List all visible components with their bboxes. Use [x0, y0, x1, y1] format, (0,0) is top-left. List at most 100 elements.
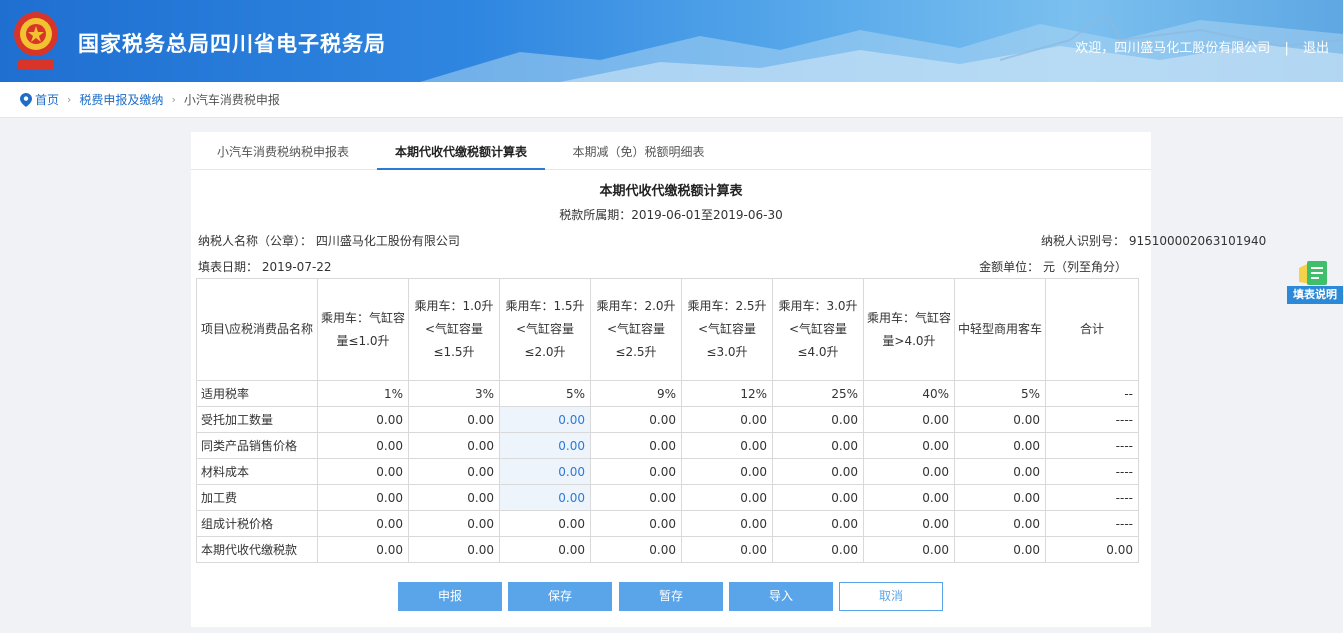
table-cell: 0.00 [590, 406, 682, 433]
fill-instructions-button[interactable]: 填表说明 [1287, 258, 1343, 306]
row-label: 受托加工数量 [196, 406, 318, 433]
table-cell: 0.00 [317, 432, 409, 459]
table-cell: 0.00 [681, 406, 773, 433]
table-cell: 40% [863, 380, 955, 407]
table-cell: 0.00 [954, 406, 1046, 433]
table-cell: 0.00 [590, 432, 682, 459]
row-label: 同类产品销售价格 [196, 432, 318, 459]
table-cell: 0.00 [408, 484, 500, 511]
column-header: 中轻型商用客车 [954, 278, 1046, 381]
tab-withholding-calc[interactable]: 本期代收代缴税额计算表 [377, 132, 545, 170]
temp-save-button[interactable]: 暂存 [619, 582, 723, 611]
table-cell: 0.00 [590, 458, 682, 485]
table-cell: 0.00 [772, 484, 864, 511]
table-cell: 0.00 [317, 406, 409, 433]
tax-emblem-logo [14, 12, 58, 70]
table-cell: 0.00 [681, 484, 773, 511]
row-label: 材料成本 [196, 458, 318, 485]
table-cell: ---- [1045, 432, 1139, 459]
table-row: 加工费 0.00 0.00 0.00 0.00 0.00 0.00 0.00 0.00 ---- [196, 484, 1139, 511]
table-cell: 1% [317, 380, 409, 407]
table-cell: 0.00 [954, 536, 1046, 563]
welcome-text: 欢迎，四川盛马化工股份有限公司 [1075, 41, 1271, 56]
table-cell: 12% [681, 380, 773, 407]
fill-instructions-label: 填表说明 [1287, 286, 1343, 304]
table-row: 本期代收代缴税款 0.00 0.00 0.00 0.00 0.00 0.00 0.00 0.00… [196, 536, 1139, 563]
row-label: 本期代收代缴税款 [196, 536, 318, 563]
column-header: 乘用车：3.0升<气缸容量≤4.0升 [772, 278, 864, 381]
table-cell: 0.00 [590, 510, 682, 537]
header-separator: | [1284, 41, 1289, 56]
table-cell: 0.00 [863, 432, 955, 459]
breadcrumb-arrow-icon: › [171, 93, 176, 106]
row-label: 加工费 [196, 484, 318, 511]
breadcrumb: 首页 › 税费申报及缴纳 › 小汽车消费税申报 [0, 82, 1343, 118]
logout-link[interactable]: 退出 [1303, 41, 1329, 56]
table-cell: 0.00 [317, 484, 409, 511]
editable-cell[interactable]: 0.00 [499, 406, 591, 433]
table-cell: 0.00 [681, 536, 773, 563]
table-cell: 0.00 [408, 510, 500, 537]
tab-exemption-detail[interactable]: 本期减（免）税额明细表 [561, 132, 716, 170]
column-header: 乘用车：气缸容量>4.0升 [863, 278, 955, 381]
table-cell: 9% [590, 380, 682, 407]
location-pin-icon [20, 92, 32, 107]
tab-declaration-form[interactable]: 小汽车消费税纳税申报表 [203, 132, 363, 170]
table-cell: 0.00 [772, 458, 864, 485]
row-label: 适用税率 [196, 380, 318, 407]
table-cell: 0.00 [317, 536, 409, 563]
taxpayer-id: 纳税人识别号： 915100002063101940 [1041, 234, 1267, 248]
table-cell: 0.00 [772, 510, 864, 537]
save-button[interactable]: 保存 [508, 582, 612, 611]
editable-cell[interactable]: 0.00 [499, 484, 591, 511]
withholding-table: 项目\应税消费品名称 乘用车：气缸容量≤1.0升 乘用车：1.0升<气缸容量≤1… [196, 278, 1139, 563]
row-label: 组成计税价格 [196, 510, 318, 537]
column-header: 乘用车：气缸容量≤1.0升 [317, 278, 409, 381]
column-header-total: 合计 [1045, 278, 1139, 381]
site-title: 国家税务总局四川省电子税务局 [78, 32, 386, 56]
table-cell: ---- [1045, 406, 1139, 433]
table-cell: ---- [1045, 484, 1139, 511]
table-row: 受托加工数量 0.00 0.00 0.00 0.00 0.00 0.00 0.00 0.00 --… [196, 406, 1139, 433]
breadcrumb-current: 小汽车消费税申报 [183, 93, 280, 107]
table-cell: 0.00 [408, 458, 500, 485]
table-cell: 0.00 [1045, 536, 1139, 563]
table-cell: 0.00 [681, 458, 773, 485]
table-cell: 0.00 [772, 432, 864, 459]
table-cell: 0.00 [590, 536, 682, 563]
import-button[interactable]: 导入 [729, 582, 833, 611]
table-cell: 0.00 [590, 484, 682, 511]
corner-header: 项目\应税消费品名称 [196, 278, 318, 381]
table-cell: 0.00 [499, 536, 591, 563]
tax-period: 税款所属期：2019-06-01至2019-06-30 [559, 208, 783, 222]
column-header: 乘用车：2.0升<气缸容量≤2.5升 [590, 278, 682, 381]
table-cell: 0.00 [408, 536, 500, 563]
table-cell: 0.00 [863, 458, 955, 485]
editable-cell[interactable]: 0.00 [499, 432, 591, 459]
user-area: 欢迎，四川盛马化工股份有限公司 | 退出 [1075, 37, 1329, 56]
table-cell: 0.00 [954, 510, 1046, 537]
table-cell: 0.00 [317, 458, 409, 485]
table-cell: 0.00 [499, 510, 591, 537]
amount-unit: 金额单位： 元（列至角分） [979, 260, 1127, 274]
column-header: 乘用车：2.5升<气缸容量≤3.0升 [681, 278, 773, 381]
table-cell: 0.00 [772, 406, 864, 433]
cancel-button[interactable]: 取消 [839, 582, 943, 611]
table-cell: 0.00 [954, 484, 1046, 511]
column-header: 乘用车：1.5升<气缸容量≤2.0升 [499, 278, 591, 381]
table-cell: 25% [772, 380, 864, 407]
table-cell: -- [1045, 380, 1139, 407]
table-row: 适用税率 1% 3% 5% 9% 12% 25% 40% 5% -- [196, 380, 1139, 407]
table-cell: 0.00 [681, 510, 773, 537]
column-header: 乘用车：1.0升<气缸容量≤1.5升 [408, 278, 500, 381]
document-icon [1299, 261, 1327, 285]
table-cell: 0.00 [772, 536, 864, 563]
declare-button[interactable]: 申报 [398, 582, 502, 611]
table-cell: 3% [408, 380, 500, 407]
breadcrumb-home[interactable]: 首页 [35, 91, 59, 108]
editable-cell[interactable]: 0.00 [499, 458, 591, 485]
table-cell: ---- [1045, 458, 1139, 485]
table-cell: 0.00 [408, 432, 500, 459]
breadcrumb-tax-declaration[interactable]: 税费申报及缴纳 [79, 91, 163, 108]
fill-date: 填表日期： 2019-07-22 [198, 260, 332, 274]
